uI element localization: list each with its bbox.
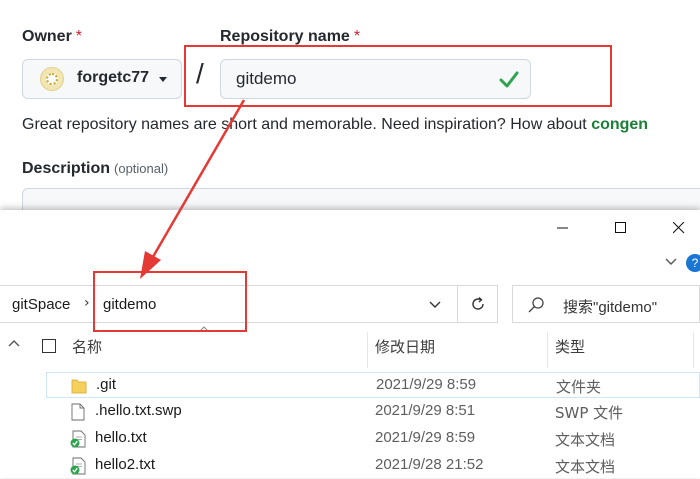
annotation-arrow-icon bbox=[140, 99, 246, 279]
